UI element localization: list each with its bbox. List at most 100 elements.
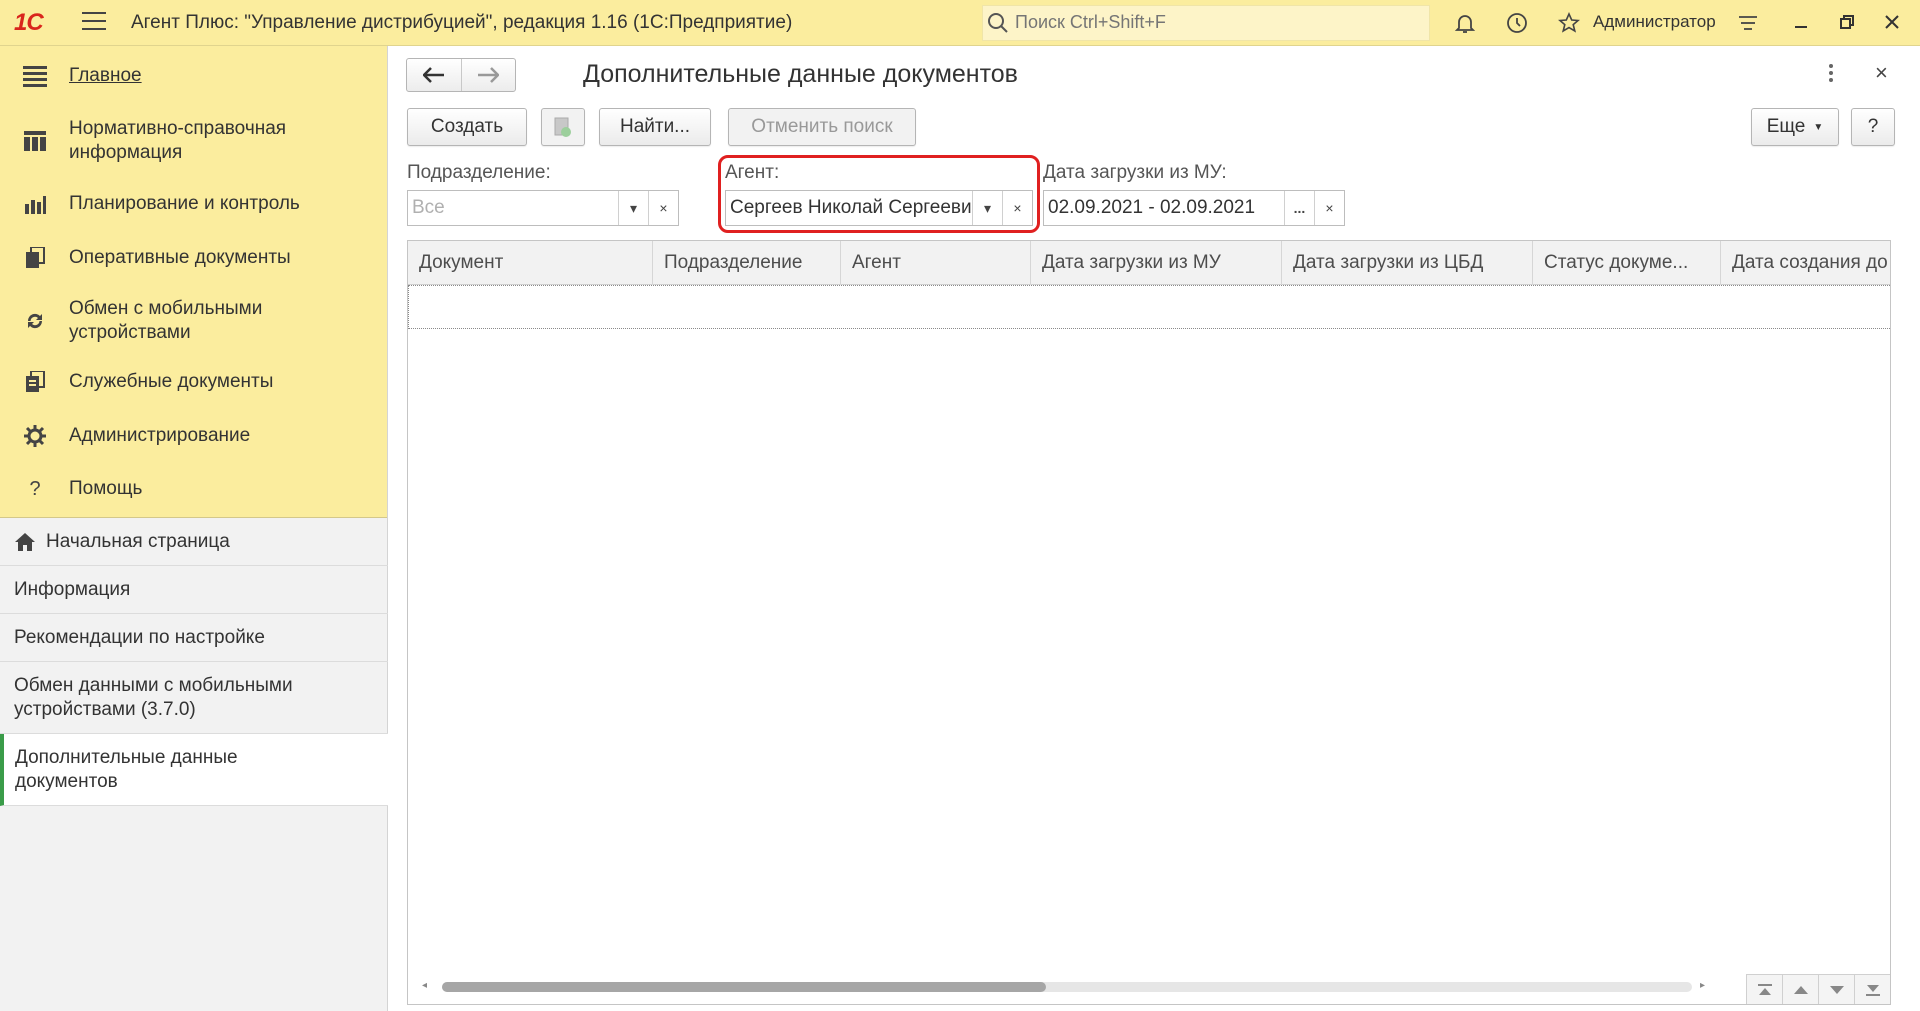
section-service-docs[interactable]: Служебные документы xyxy=(0,366,388,398)
column-header[interactable]: Агент xyxy=(841,241,1031,285)
create-button[interactable]: Создать xyxy=(407,108,527,146)
app-title: Агент Плюс: "Управление дистрибуцией", р… xyxy=(131,12,793,33)
scroll-thumb[interactable] xyxy=(442,982,1046,992)
section-help[interactable]: ? Помощь xyxy=(0,473,388,505)
agent-field[interactable]: Сергеев Николай Сергеевич ▾ × xyxy=(725,190,1033,226)
table-pager xyxy=(1746,974,1890,1004)
table-header: Документ Подразделение Агент Дата загруз… xyxy=(408,241,1890,285)
column-header[interactable]: Дата загрузки из ЦБД xyxy=(1282,241,1533,285)
section-mobile-exchange[interactable]: Обмен с мобильными устройствами xyxy=(0,296,388,346)
user-name[interactable]: Администратор xyxy=(1593,12,1716,32)
open-window-mobile-exchange[interactable]: Обмен данными с мобильными устройствами … xyxy=(0,662,388,734)
form-close-icon[interactable]: × xyxy=(1875,60,1888,86)
history-icon[interactable] xyxy=(1505,11,1529,35)
open-window-info[interactable]: Информация xyxy=(0,566,388,614)
section-operational-docs[interactable]: Оперативные документы xyxy=(0,242,388,274)
section-label[interactable]: Планирование и контроль xyxy=(69,192,300,216)
nav-buttons xyxy=(406,58,516,92)
scroll-first-icon[interactable] xyxy=(1746,974,1782,1004)
open-window-home[interactable]: Начальная страница xyxy=(0,518,388,566)
copy-button[interactable] xyxy=(541,108,585,146)
question-icon: ? xyxy=(29,477,41,500)
dropdown-icon[interactable]: ▾ xyxy=(972,191,1002,225)
chevron-down-icon: ▼ xyxy=(1813,121,1824,133)
forward-button[interactable] xyxy=(462,59,516,91)
section-administration[interactable]: Администрирование xyxy=(0,420,388,452)
search-input[interactable] xyxy=(1015,12,1415,33)
find-button[interactable]: Найти... xyxy=(599,108,711,146)
section-reference[interactable]: Нормативно-справочная информация xyxy=(0,116,388,166)
agent-input[interactable]: Сергеев Николай Сергеевич xyxy=(726,191,972,225)
subdivision-label: Подразделение: xyxy=(407,162,551,183)
main-menu-icon[interactable] xyxy=(82,12,106,32)
open-window-label: Начальная страница xyxy=(46,530,230,552)
section-planning[interactable]: Планирование и контроль xyxy=(0,188,388,220)
open-window-label: Обмен данными с мобильными устройствами … xyxy=(14,674,293,720)
title-bar: 1С Агент Плюс: "Управление дистрибуцией"… xyxy=(0,0,1920,46)
choose-period-button[interactable]: ... xyxy=(1284,191,1314,225)
arrow-left-icon xyxy=(422,67,444,83)
section-label[interactable]: Помощь xyxy=(69,477,142,501)
load-date-input[interactable]: 02.09.2021 - 02.09.2021 xyxy=(1044,191,1284,225)
hamburger-icon xyxy=(22,63,48,89)
subdivision-field[interactable]: Все ▾ × xyxy=(407,190,679,226)
section-main[interactable]: Главное xyxy=(0,60,388,92)
open-windows-list: Начальная страница Информация Рекомендац… xyxy=(0,518,388,806)
section-label[interactable]: Служебные документы xyxy=(69,370,273,394)
column-header[interactable]: Подразделение xyxy=(653,241,841,285)
cancel-search-button[interactable]: Отменить поиск xyxy=(728,108,916,146)
column-header[interactable]: Документ xyxy=(408,241,653,285)
minimize-button[interactable] xyxy=(1786,8,1816,38)
section-label[interactable]: Администрирование xyxy=(69,424,250,448)
open-window-label: Рекомендации по настройке xyxy=(14,626,265,648)
bell-icon[interactable] xyxy=(1453,11,1477,35)
restore-button[interactable] xyxy=(1832,8,1862,38)
documents-icon xyxy=(22,245,48,271)
sidebar: Главное Нормативно-справочная информация… xyxy=(0,46,388,1011)
column-header[interactable]: Дата создания до xyxy=(1721,241,1890,285)
help-button[interactable]: ? xyxy=(1851,108,1895,146)
form-title: Дополнительные данные документов xyxy=(583,60,1018,88)
close-window-button[interactable] xyxy=(1877,8,1907,38)
scroll-down-icon[interactable] xyxy=(1818,974,1854,1004)
form-menu-icon[interactable] xyxy=(1829,64,1835,85)
back-button[interactable] xyxy=(407,59,462,91)
load-date-label: Дата загрузки из МУ: xyxy=(1043,162,1227,183)
global-search[interactable] xyxy=(982,5,1430,41)
clear-icon[interactable]: × xyxy=(1314,191,1344,225)
scroll-last-icon[interactable] xyxy=(1854,974,1890,1004)
section-label[interactable]: Главное xyxy=(69,64,142,88)
1c-logo: 1С xyxy=(14,9,44,36)
section-label[interactable]: Обмен с мобильными устройствами xyxy=(69,297,369,345)
subdivision-input[interactable]: Все xyxy=(408,191,618,225)
star-icon[interactable] xyxy=(1557,11,1581,35)
open-window-recommendations[interactable]: Рекомендации по настройке xyxy=(0,614,388,662)
more-button[interactable]: Еще ▼ xyxy=(1751,108,1839,146)
scroll-right-icon[interactable]: ▸ xyxy=(1700,980,1705,991)
clear-icon[interactable]: × xyxy=(1002,191,1032,225)
section-label[interactable]: Нормативно-справочная информация xyxy=(69,117,369,165)
section-label[interactable]: Оперативные документы xyxy=(69,246,291,270)
open-window-label: Дополнительные данные документов xyxy=(15,746,238,792)
table-row[interactable] xyxy=(408,285,1890,329)
clear-icon[interactable]: × xyxy=(648,191,678,225)
load-date-field[interactable]: 02.09.2021 - 02.09.2021 ... × xyxy=(1043,190,1345,226)
form-area: Дополнительные данные документов × Созда… xyxy=(389,46,1920,1011)
open-window-additional-data[interactable]: Дополнительные данные документов xyxy=(0,734,388,806)
scroll-up-icon[interactable] xyxy=(1782,974,1818,1004)
column-header[interactable]: Дата загрузки из МУ xyxy=(1031,241,1282,285)
column-header[interactable]: Статус докуме... xyxy=(1533,241,1721,285)
arrow-right-icon xyxy=(478,67,500,83)
open-window-label: Информация xyxy=(14,578,131,600)
sections-panel: Главное Нормативно-справочная информация… xyxy=(0,46,387,518)
gear-icon xyxy=(22,423,48,449)
documents-table[interactable]: Документ Подразделение Агент Дата загруз… xyxy=(407,240,1891,1005)
dropdown-icon[interactable]: ▾ xyxy=(618,191,648,225)
home-icon xyxy=(14,532,36,552)
search-icon xyxy=(987,12,1009,39)
horizontal-scrollbar[interactable]: ◂ ▸ xyxy=(422,980,1712,994)
sync-icon xyxy=(22,308,48,334)
close-icon xyxy=(1885,15,1899,29)
scroll-left-icon[interactable]: ◂ xyxy=(422,980,427,991)
settings-lines-icon[interactable] xyxy=(1736,11,1760,35)
